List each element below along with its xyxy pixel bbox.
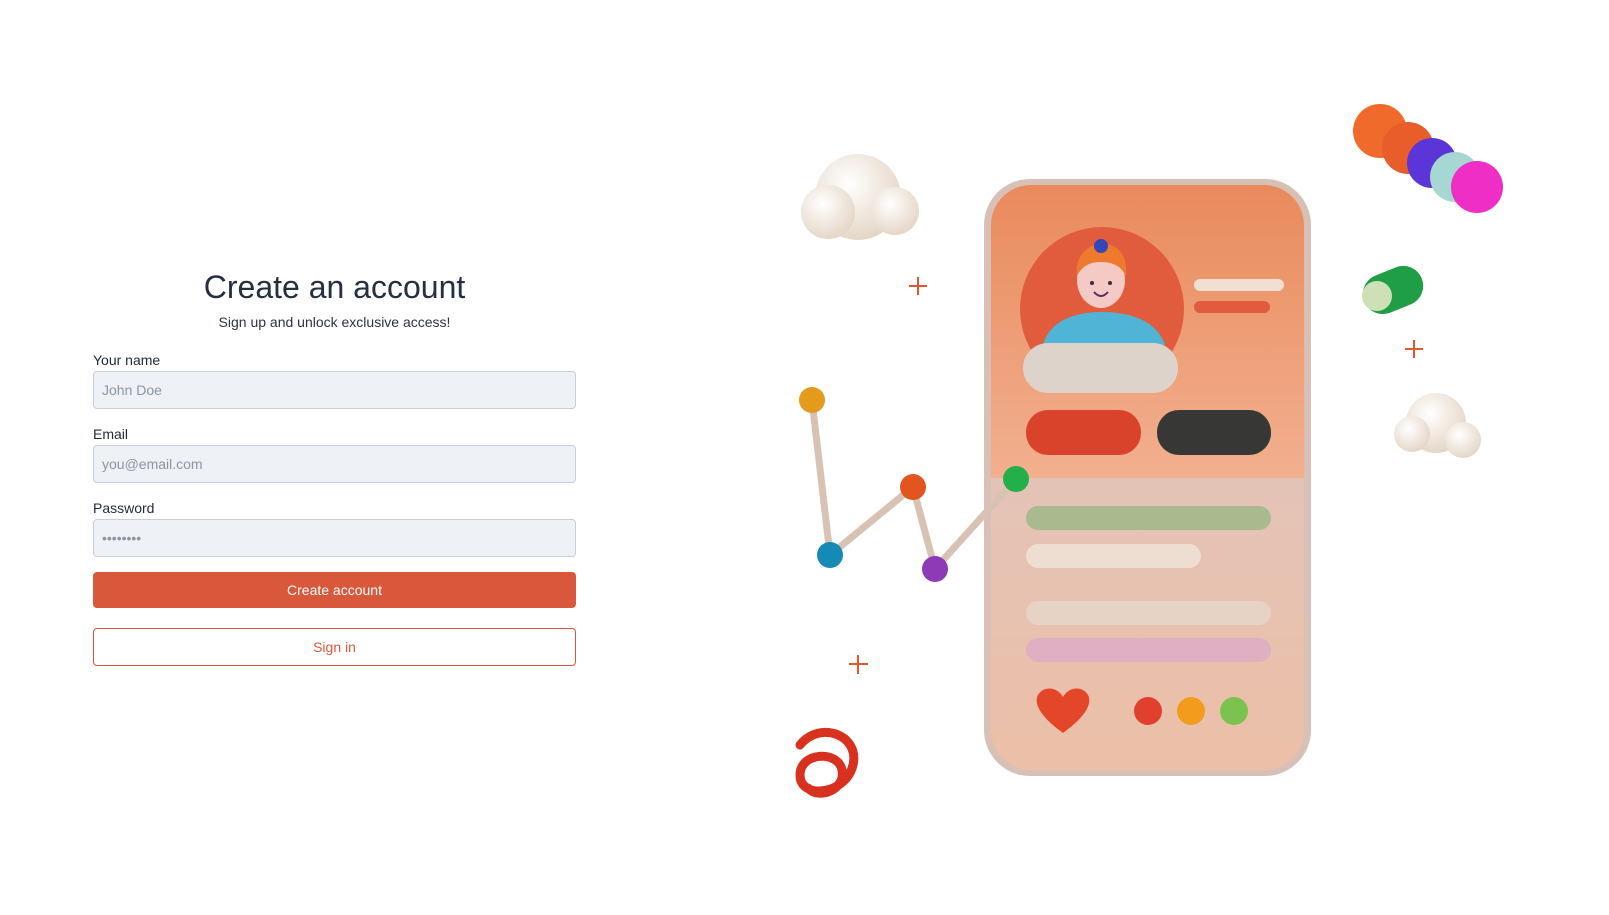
signup-form-panel: Create an account Sign up and unlock exc… xyxy=(93,268,576,666)
email-label: Email xyxy=(93,426,129,442)
phone-mockup-icon xyxy=(984,179,1311,776)
password-input[interactable] xyxy=(93,519,576,557)
email-input[interactable] xyxy=(93,445,576,483)
name-field-group: Your name xyxy=(93,351,576,409)
sign-in-button[interactable]: Sign in xyxy=(93,628,576,666)
create-account-button[interactable]: Create account xyxy=(93,572,576,608)
email-field-group: Email xyxy=(93,425,576,483)
cloud-icon xyxy=(1394,393,1481,458)
page-subtitle: Sign up and unlock exclusive access! xyxy=(218,314,451,330)
name-input[interactable] xyxy=(93,371,576,409)
name-label: Your name xyxy=(93,352,161,368)
spiral-icon xyxy=(795,727,859,798)
toggle-switch-icon xyxy=(1362,265,1424,315)
password-field-group: Password xyxy=(93,499,576,557)
striped-blob-icon xyxy=(1353,104,1503,213)
cloud-icon xyxy=(801,154,919,240)
signup-illustration xyxy=(795,104,1503,798)
page-title: Create an account xyxy=(203,269,466,305)
password-label: Password xyxy=(93,500,155,516)
